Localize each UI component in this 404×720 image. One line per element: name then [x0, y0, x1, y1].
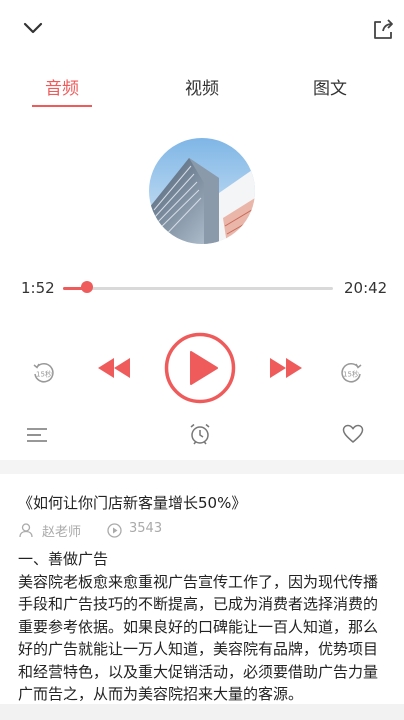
- author-name: 赵老师: [42, 525, 82, 540]
- heart-icon: [342, 424, 364, 443]
- total-time: 20:42: [344, 279, 388, 297]
- article-title: 《如何让你门店新客量增长50%》: [18, 494, 247, 512]
- section-divider: [0, 460, 404, 474]
- next-button[interactable]: [266, 353, 306, 383]
- play-count-icon: [107, 523, 122, 538]
- article-body: 一、善做广告 美容院老板愈来愈重视广告宣传工作了，因为现代传播手段和广告技巧的不…: [18, 548, 386, 706]
- forward-15-label: 15秒: [343, 370, 359, 379]
- share-icon: [374, 19, 393, 39]
- timer-button[interactable]: [187, 421, 213, 447]
- playlist-button[interactable]: [24, 424, 50, 446]
- collapse-button[interactable]: [18, 14, 48, 42]
- tab-graphic[interactable]: 图文: [285, 74, 375, 99]
- forward-15-button[interactable]: 15秒: [336, 358, 366, 388]
- play-button[interactable]: [163, 331, 237, 405]
- user-icon: [19, 523, 33, 538]
- play-count: 3543: [129, 521, 163, 536]
- rewind-15-button[interactable]: 15秒: [29, 358, 59, 388]
- rewind-15-icon: 15秒: [33, 363, 54, 383]
- rewind-15-label: 15秒: [36, 370, 52, 379]
- alarm-clock-icon: [190, 423, 210, 445]
- favorite-button[interactable]: [341, 423, 365, 445]
- play-icon: [164, 332, 236, 404]
- active-tab-indicator: [32, 105, 92, 107]
- list-icon: [27, 428, 47, 442]
- fast-rewind-icon: [98, 358, 130, 378]
- author-meta: 赵老师 3543: [18, 521, 218, 541]
- article-section-heading: 一、善做广告: [18, 550, 109, 568]
- article-paragraph: 美容院老板愈来愈重视广告宣传工作了，因为现代传播手段和广告技巧的不断提高，已成为…: [18, 572, 379, 704]
- bottom-safe-area: [0, 704, 404, 720]
- previous-button[interactable]: [94, 353, 134, 383]
- forward-15-icon: 15秒: [341, 363, 362, 383]
- tab-video[interactable]: 视频: [157, 74, 247, 99]
- progress-track[interactable]: [63, 287, 333, 290]
- tab-audio[interactable]: 音频: [17, 74, 107, 99]
- share-button[interactable]: [368, 15, 398, 45]
- fast-forward-icon: [270, 358, 302, 378]
- current-time: 1:52: [21, 279, 55, 297]
- chevron-down-icon: [23, 22, 43, 34]
- album-cover: [149, 138, 255, 244]
- progress-handle[interactable]: [81, 281, 94, 293]
